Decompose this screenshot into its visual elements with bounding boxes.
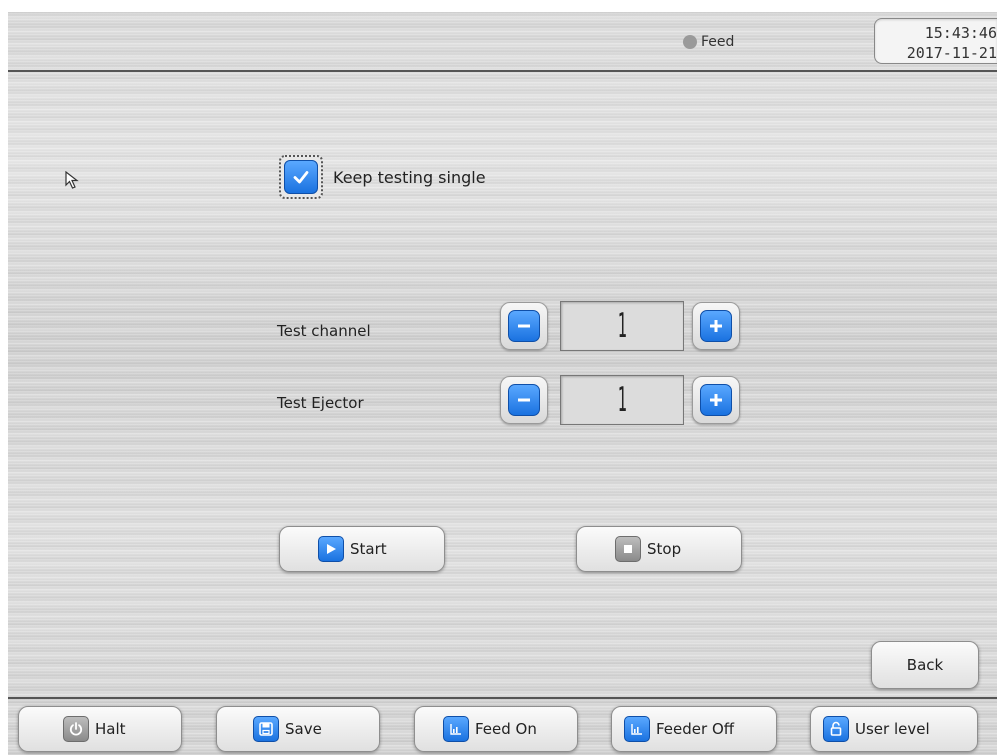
clock-display: 15:43:46 2017-11-21	[874, 18, 997, 64]
back-button[interactable]: Back	[871, 641, 979, 689]
test-ejector-label: Test Ejector	[277, 394, 364, 412]
clock-time: 15:43:46	[924, 24, 997, 42]
save-button[interactable]: Save	[216, 706, 380, 752]
plus-icon	[700, 310, 732, 342]
checkmark-icon	[284, 160, 318, 194]
save-button-label: Save	[285, 720, 322, 738]
test-channel-value[interactable]: 1	[560, 301, 684, 351]
feeder-chart-icon	[624, 716, 650, 742]
halt-button-label: Halt	[95, 720, 126, 738]
user-level-button[interactable]: User level	[810, 706, 978, 752]
test-channel-label: Test channel	[277, 322, 371, 340]
stop-button-label: Stop	[647, 540, 682, 558]
clock-date: 2017-11-21	[906, 44, 997, 62]
test-channel-increment-button[interactable]	[692, 302, 740, 350]
minus-icon	[508, 384, 540, 416]
start-button-label: Start	[350, 540, 387, 558]
feeder-off-button[interactable]: Feeder Off	[611, 706, 777, 752]
lock-icon	[823, 716, 849, 742]
test-ejector-value[interactable]: 1	[560, 375, 684, 425]
status-indicator-icon	[683, 35, 697, 49]
test-channel-decrement-button[interactable]	[500, 302, 548, 350]
play-icon	[318, 536, 344, 562]
floppy-disk-icon	[253, 716, 279, 742]
halt-button[interactable]: Halt	[18, 706, 182, 752]
test-ejector-increment-button[interactable]	[692, 376, 740, 424]
minus-icon	[508, 310, 540, 342]
feed-chart-icon	[443, 716, 469, 742]
feed-on-button[interactable]: Feed On	[414, 706, 578, 752]
test-ejector-decrement-button[interactable]	[500, 376, 548, 424]
back-button-label: Back	[906, 656, 944, 674]
keep-testing-checkbox[interactable]	[279, 155, 323, 199]
power-icon	[63, 716, 89, 742]
header-divider	[8, 70, 997, 72]
stop-button[interactable]: Stop	[576, 526, 742, 572]
start-button[interactable]: Start	[279, 526, 445, 572]
plus-icon	[700, 384, 732, 416]
feed-status: Feed	[683, 34, 734, 50]
user-level-button-label: User level	[855, 720, 930, 738]
feeder-off-button-label: Feeder Off	[656, 720, 735, 738]
keep-testing-checkbox-row[interactable]: Keep testing single	[279, 155, 486, 199]
mouse-cursor-icon	[65, 170, 83, 195]
keep-testing-label: Keep testing single	[333, 167, 486, 187]
stop-icon	[615, 536, 641, 562]
feed-status-label: Feed	[701, 34, 735, 50]
footer-divider	[8, 697, 997, 699]
feed-on-button-label: Feed On	[475, 720, 537, 738]
